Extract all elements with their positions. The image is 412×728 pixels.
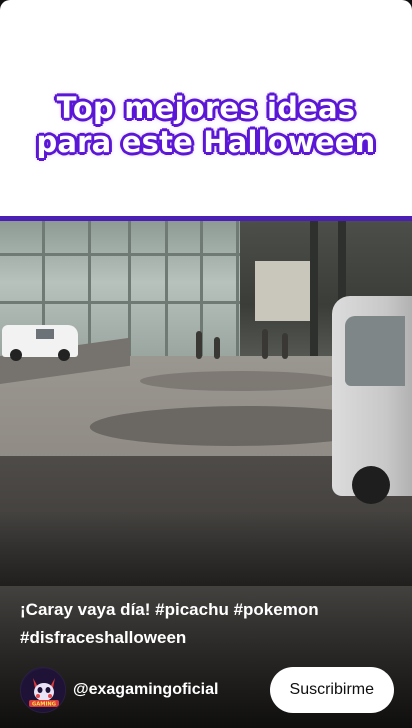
caption-text: ¡Caray vaya día! [20,600,151,619]
video-title-line-1: Top mejores ideas [56,90,356,125]
video-title-overlay: Top mejores ideas para este Halloween [0,0,412,219]
video-title-line-2: para este Halloween [36,124,376,159]
hashtag-link[interactable]: #pokemon [234,600,319,619]
channel-avatar[interactable]: GAMING [20,667,66,713]
pedestrian [196,331,202,359]
subscribe-button[interactable]: Suscribirme [269,667,394,713]
hashtag-link[interactable]: #picachu [155,600,229,619]
channel-handle[interactable]: @exagamingoficial [73,681,218,699]
svg-text:GAMING: GAMING [32,702,56,708]
channel-info: GAMING @exagamingoficial Suscribirme [20,666,394,714]
gaming-logo-icon: GAMING [22,669,65,712]
video-caption[interactable]: ¡Caray vaya día! #picachu #pokemon #disf… [20,596,392,652]
short-video-player[interactable]: Top mejores ideas para este Halloween ¡C… [0,0,412,728]
hashtag-link[interactable]: #disfraceshalloween [20,628,186,647]
video-title-text: Top mejores ideas para este Halloween [36,91,375,159]
